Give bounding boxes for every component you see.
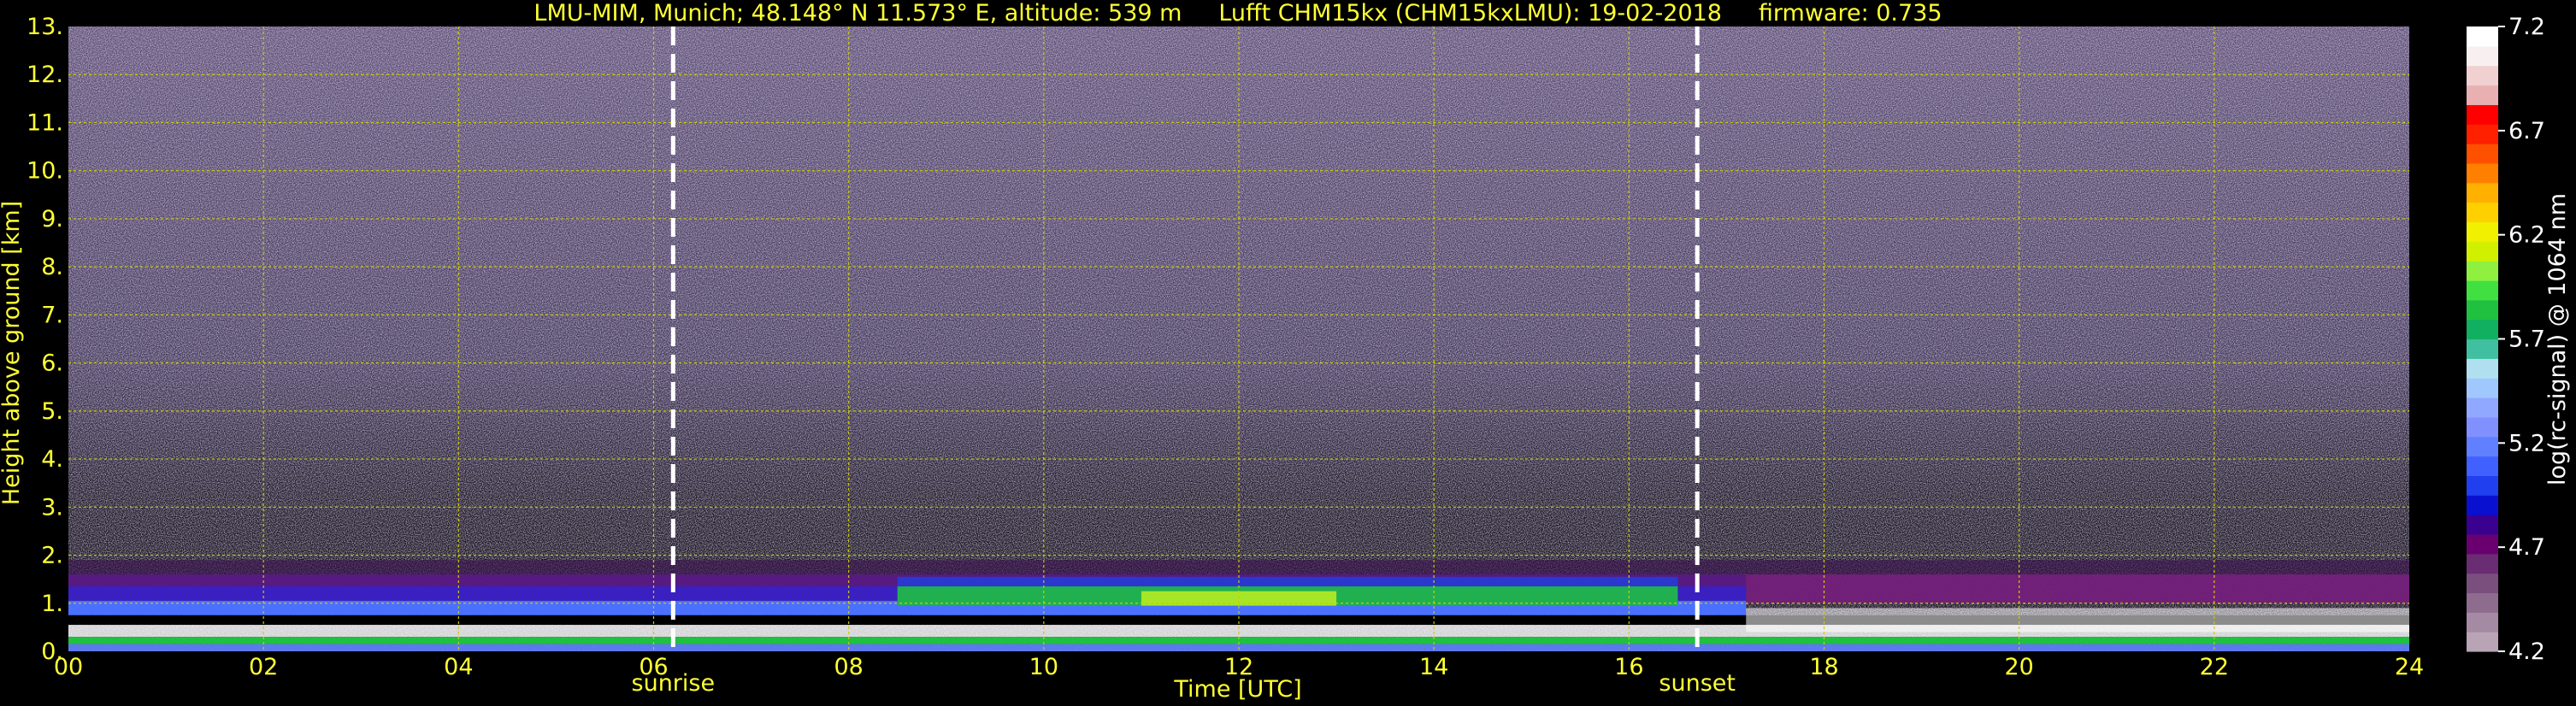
colorbar-segment (2467, 573, 2498, 594)
colorbar-tick-label: 7.2 (2508, 14, 2545, 40)
x-tick-label: 14 (1419, 654, 1448, 680)
colorbar-segment (2467, 436, 2498, 457)
aerosol-top-band-evening (1746, 574, 2409, 603)
colorbar-tick-label: 5.7 (2508, 327, 2545, 353)
colorbar-segment (2467, 104, 2498, 125)
colorbar-segment (2467, 65, 2498, 86)
sunset-label: sunset (1659, 670, 1736, 697)
colorbar-segment (2467, 144, 2498, 164)
colorbar-segment (2467, 85, 2498, 105)
x-tick-label: 02 (249, 654, 278, 680)
y-tick-label: 8. (41, 254, 63, 280)
x-tick-label: 18 (1809, 654, 1838, 680)
colorbar-segment (2467, 299, 2498, 321)
y-tick-label: 1. (41, 591, 63, 617)
y-tick-label: 6. (41, 350, 63, 377)
colorbar-segment (2467, 26, 2498, 47)
colorbar-tick-labels: 4.2 4.7 5.2 5.7 6.2 6.7 7.2 (2498, 14, 2545, 665)
colorbar-segment (2467, 202, 2498, 223)
y-tick-label: 7. (41, 302, 63, 328)
y-tick-label: 4. (41, 446, 63, 473)
x-axis-label: Time [UTC] (1173, 676, 1301, 703)
x-tick-label: 22 (2200, 654, 2229, 680)
y-tick-label: 10. (27, 158, 63, 185)
colorbar-segment (2467, 221, 2498, 242)
colorbar-segment (2467, 495, 2498, 515)
colorbar-segment (2467, 378, 2498, 398)
colorbar-segment (2467, 592, 2498, 613)
colorbar-segment (2467, 182, 2498, 203)
x-tick-label: 04 (444, 654, 473, 680)
y-tick-label: 3. (41, 494, 63, 521)
colorbar-tick-label: 5.2 (2508, 430, 2545, 456)
y-tick-labels: 0. 1. 2. 3. 4. 5. 6. 7. 8. 9. 10. 11. 12. 13. (27, 14, 63, 665)
colorbar-segment (2467, 397, 2498, 418)
colorbar-segment (2467, 162, 2498, 184)
colorbar-segment (2467, 515, 2498, 535)
y-tick-label: 9. (41, 206, 63, 232)
x-tick-label: 10 (1029, 654, 1058, 680)
y-tick-label: 0. (41, 638, 63, 665)
x-tick-label: 24 (2395, 654, 2424, 680)
y-axis-label: Height above ground [km] (0, 201, 25, 505)
colorbar-tick-label: 6.7 (2508, 118, 2545, 144)
y-tick-label: 11. (27, 109, 63, 136)
y-tick-label: 5. (41, 398, 63, 425)
colorbar-segment (2467, 338, 2498, 359)
x-tick-label: 16 (1614, 654, 1643, 680)
colorbar-tick-label: 4.7 (2508, 534, 2545, 561)
colorbar-segment (2467, 279, 2498, 301)
colorbar-segment (2467, 456, 2498, 477)
colorbar-label: log(rc-signal) @ 1064 nm (2544, 193, 2571, 485)
y-tick-label: 2. (41, 543, 63, 569)
colorbar-segment (2467, 533, 2498, 555)
colorbar-segment (2467, 475, 2498, 496)
ceilometer-chart: LMU-MIM, Munich; 48.148° N 11.573° E, al… (0, 0, 2571, 703)
colorbar-segment (2467, 319, 2498, 340)
colorbar-segment (2467, 241, 2498, 262)
x-tick-label: 06 (639, 654, 668, 680)
y-tick-label: 13. (27, 14, 63, 40)
chart-title: LMU-MIM, Munich; 48.148° N 11.573° E, al… (533, 0, 1942, 26)
x-tick-label: 20 (2004, 654, 2033, 680)
colorbar-segment (2467, 358, 2498, 379)
colorbar (2467, 26, 2498, 652)
colorbar-segment (2467, 553, 2498, 574)
colorbar-tick-label: 4.2 (2508, 638, 2545, 665)
colorbar-segment (2467, 124, 2498, 144)
y-tick-label: 12. (27, 62, 63, 88)
colorbar-segment (2467, 416, 2498, 438)
colorbar-segment (2467, 261, 2498, 281)
colorbar-segment (2467, 612, 2498, 632)
colorbar-tick-label: 6.2 (2508, 222, 2545, 249)
colorbar-segment (2467, 632, 2498, 652)
colorbar-segment (2467, 45, 2498, 67)
x-tick-label: 08 (834, 654, 863, 680)
